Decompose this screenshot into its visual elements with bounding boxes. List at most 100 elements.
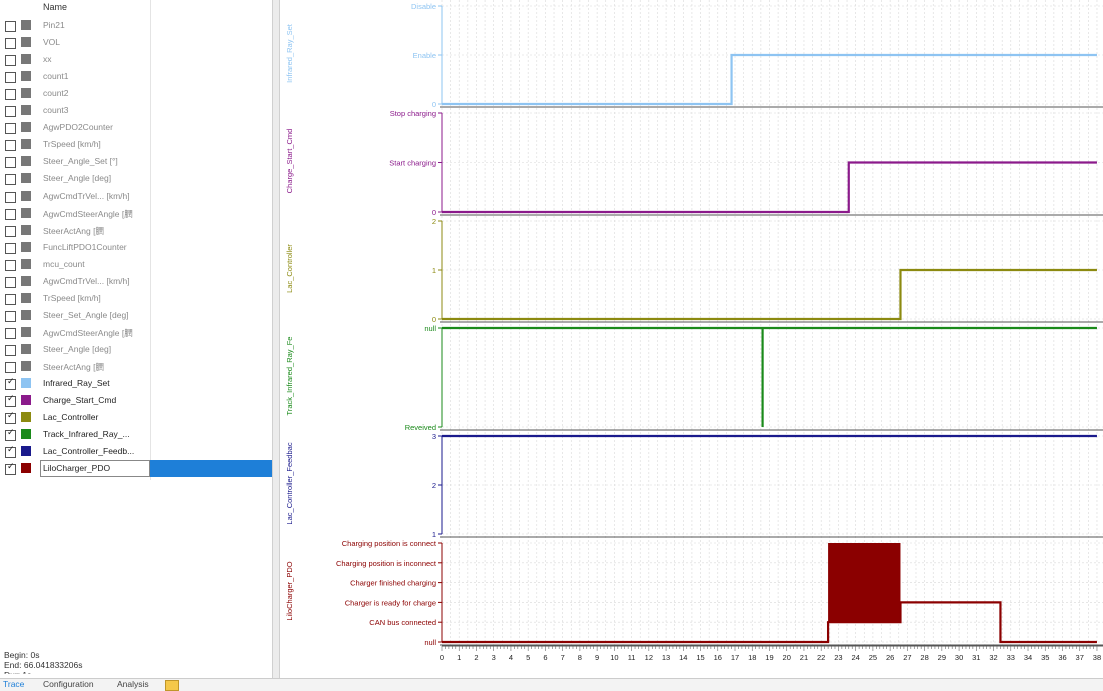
- signal-checkbox[interactable]: [5, 123, 16, 135]
- signal-checkbox[interactable]: [5, 191, 16, 203]
- signal-row[interactable]: Steer_Angle [deg]: [0, 341, 272, 358]
- signal-checkbox[interactable]: [5, 55, 16, 67]
- signal-row[interactable]: TrSpeed [km/h]: [0, 290, 272, 307]
- signal-row[interactable]: AgwCmdTrVel... [km/h]: [0, 273, 272, 290]
- folder-icon[interactable]: [165, 680, 179, 691]
- signal-row[interactable]: Lac_Controller: [0, 409, 272, 426]
- signal-row[interactable]: xx: [0, 51, 272, 68]
- color-swatch[interactable]: [21, 292, 31, 303]
- signal-row[interactable]: count2: [0, 85, 272, 102]
- color-swatch[interactable]: [21, 37, 31, 48]
- x-tick-label: 7: [561, 653, 565, 662]
- signal-checkbox[interactable]: [5, 377, 16, 391]
- signal-checkbox[interactable]: [5, 445, 16, 459]
- color-swatch[interactable]: [21, 88, 31, 99]
- signal-row[interactable]: Steer_Set_Angle [deg]: [0, 307, 272, 324]
- signal-checkbox[interactable]: [5, 362, 16, 373]
- color-swatch[interactable]: [21, 463, 31, 474]
- tab-analysis[interactable]: Analysis: [117, 679, 149, 689]
- color-swatch[interactable]: [21, 343, 31, 354]
- color-swatch[interactable]: [21, 156, 31, 167]
- color-swatch[interactable]: [21, 190, 31, 201]
- signal-row[interactable]: Charge_Start_Cmd: [0, 392, 272, 409]
- color-swatch[interactable]: [21, 326, 31, 337]
- color-swatch[interactable]: [21, 54, 31, 65]
- signal-row[interactable]: VOL: [0, 34, 272, 51]
- signal-checkbox[interactable]: [5, 38, 16, 50]
- trace-chart[interactable]: 0 Enable Disable Infrared_Ray_Set 0 Start cha…: [278, 0, 1103, 678]
- panel-title: Charge_Start_Cmd: [285, 129, 294, 194]
- color-swatch[interactable]: [21, 224, 31, 235]
- color-swatch[interactable]: [21, 412, 31, 423]
- color-swatch[interactable]: [21, 258, 31, 269]
- signal-checkbox[interactable]: [5, 140, 16, 152]
- color-swatch[interactable]: [21, 207, 31, 218]
- signal-row[interactable]: LiloCharger_PDO: [0, 460, 272, 478]
- color-swatch[interactable]: [21, 139, 31, 150]
- color-swatch[interactable]: [21, 241, 31, 252]
- x-tick-label: 27: [903, 653, 911, 662]
- signal-row[interactable]: count3: [0, 102, 272, 119]
- signal-checkbox[interactable]: [5, 276, 16, 288]
- color-swatch[interactable]: [21, 309, 31, 320]
- tab-configuration[interactable]: Configuration: [43, 679, 94, 689]
- signal-label: TrSpeed [km/h]: [43, 292, 101, 303]
- signal-row[interactable]: AgwCmdSteerAngle [膶: [0, 205, 272, 222]
- signal-checkbox[interactable]: [5, 259, 16, 271]
- color-swatch[interactable]: [21, 71, 31, 82]
- color-swatch[interactable]: [21, 446, 31, 457]
- color-swatch[interactable]: [21, 275, 31, 286]
- signal-checkbox[interactable]: [5, 411, 16, 425]
- signal-row[interactable]: Steer_Angle [deg]: [0, 170, 272, 187]
- signal-row[interactable]: FuncLiftPDO1Counter: [0, 239, 272, 256]
- signal-label: Pin21: [43, 20, 65, 30]
- signal-row[interactable]: Pin21: [0, 17, 272, 34]
- signal-checkbox[interactable]: [5, 310, 16, 322]
- signal-row[interactable]: AgwCmdTrVel... [km/h]: [0, 188, 272, 205]
- signal-row[interactable]: count1: [0, 68, 272, 85]
- signal-row[interactable]: TrSpeed [km/h]: [0, 136, 272, 153]
- signal-row[interactable]: Steer_Angle_Set [°]: [0, 153, 272, 170]
- signal-checkbox[interactable]: [5, 327, 16, 339]
- signal-checkbox[interactable]: [5, 174, 16, 186]
- color-swatch[interactable]: [21, 395, 31, 406]
- signal-checkbox[interactable]: [5, 89, 16, 101]
- signal-label: AgwCmdTrVel... [km/h]: [43, 275, 130, 286]
- color-swatch[interactable]: [21, 122, 31, 133]
- signal-checkbox[interactable]: [5, 344, 16, 356]
- color-swatch[interactable]: [21, 173, 31, 184]
- signal-row[interactable]: mcu_count: [0, 256, 272, 273]
- tab-trace[interactable]: Trace: [3, 679, 24, 689]
- color-swatch[interactable]: [21, 20, 31, 30]
- signal-row[interactable]: AgwCmdSteerAngle [膶: [0, 324, 272, 341]
- color-swatch[interactable]: [21, 429, 31, 440]
- color-swatch[interactable]: [21, 378, 31, 389]
- signal-checkbox[interactable]: [5, 242, 16, 254]
- signal-checkbox[interactable]: [5, 225, 16, 237]
- signal-checkbox[interactable]: [5, 428, 16, 442]
- signal-checkbox[interactable]: [5, 394, 16, 408]
- signal-checkbox[interactable]: [5, 293, 16, 305]
- duration-time: Dur: 1s: [4, 670, 82, 674]
- signal-checkbox[interactable]: [5, 72, 16, 84]
- signal-row[interactable]: SteerActAng [膶: [0, 222, 272, 239]
- x-tick-label: 18: [748, 653, 756, 662]
- x-tick-label: 10: [610, 653, 618, 662]
- x-tick-label: 23: [834, 653, 842, 662]
- panel-title: Lac_Controller: [285, 244, 294, 293]
- signal-row[interactable]: Lac_Controller_Feedb...: [0, 443, 272, 460]
- color-swatch[interactable]: [21, 105, 31, 116]
- signal-label: SteerActAng [膶: [43, 362, 104, 372]
- signal-checkbox[interactable]: [5, 208, 16, 220]
- signal-checkbox[interactable]: [5, 462, 16, 476]
- signal-row[interactable]: AgwPDO2Counter: [0, 119, 272, 136]
- color-swatch[interactable]: [21, 361, 31, 371]
- signal-checkbox[interactable]: [5, 106, 16, 118]
- y-tick-label: 0: [432, 208, 436, 217]
- signal-checkbox[interactable]: [5, 157, 16, 169]
- signal-checkbox[interactable]: [5, 21, 16, 32]
- time-range-info: Begin: 0s End: 66.041833206s Dur: 1s: [4, 650, 82, 674]
- signal-row[interactable]: SteerActAng [膶: [0, 358, 272, 375]
- signal-row[interactable]: Infrared_Ray_Set: [0, 375, 272, 392]
- signal-row[interactable]: Track_Infrared_Ray_...: [0, 426, 272, 443]
